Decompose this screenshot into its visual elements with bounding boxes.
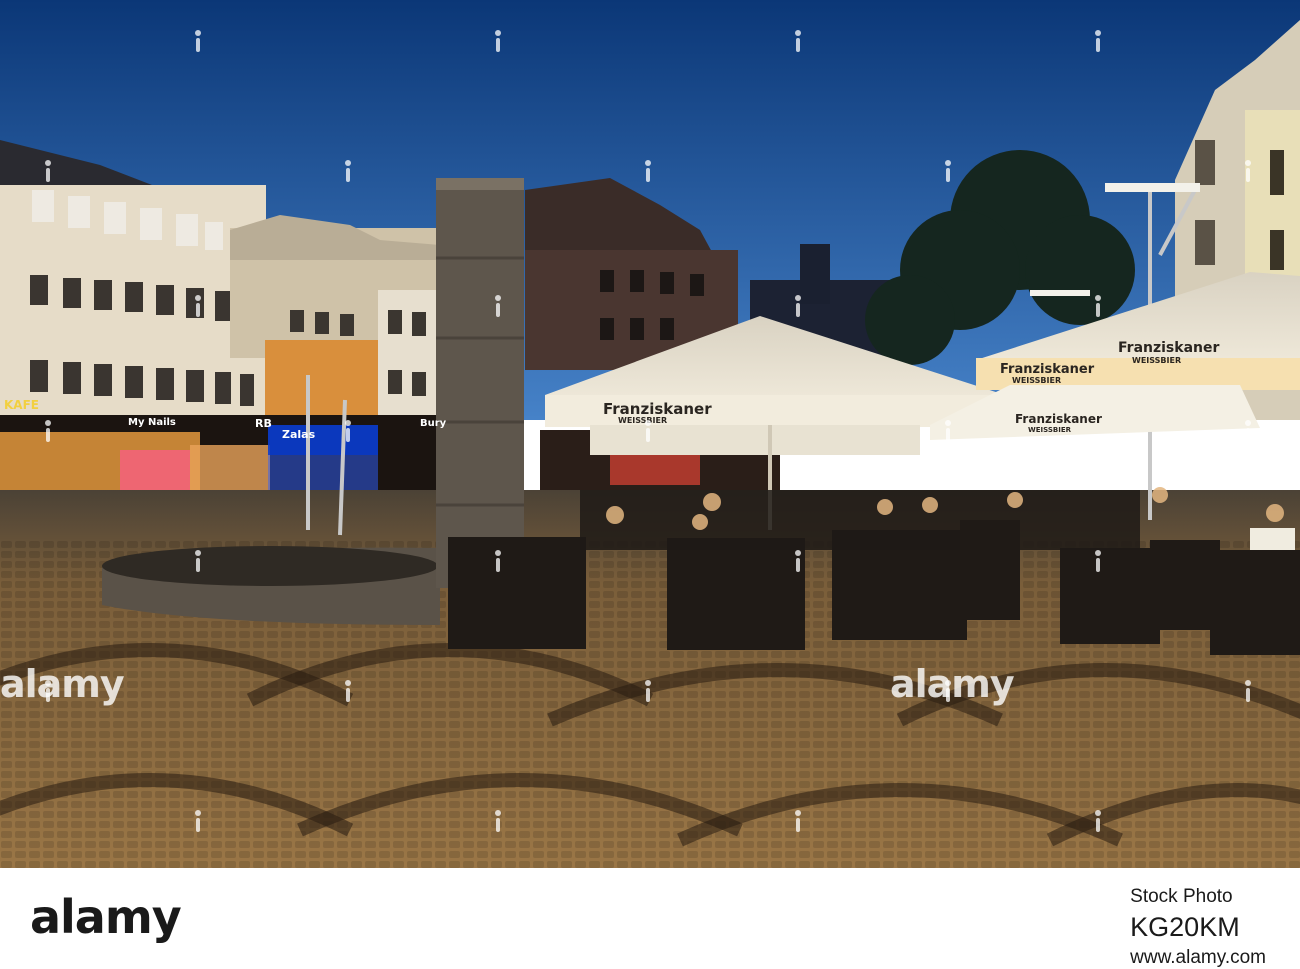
photo: Franziskaner WEISSBIER Franziskaner WEIS… [0,0,1300,868]
footer-bar: alamy Stock Photo KG20KM www.alamy.com [0,868,1300,968]
shop-sign-4: Bury [420,418,447,429]
umbrella-sign-franziskaner-2: Franziskaner [1000,362,1095,377]
cafe-sign: KAFE [4,398,39,412]
shop-sign-3: RB [255,417,272,430]
umbrella-sign-weissbier-3: WEISSBIER [1132,356,1182,365]
image-meta: Stock Photo KG20KM www.alamy.com [1130,886,1266,969]
umbrella-sign-weissbier-1: WEISSBIER [618,416,668,425]
shop-sign-1: My Nails [128,417,176,428]
umbrella-sign-franziskaner-3: Franziskaner [1118,340,1220,356]
shop-sign-2: Zalas [282,428,316,441]
alamy-logo: alamy [30,890,182,944]
stone-pillar [436,178,524,588]
site-url: www.alamy.com [1130,947,1266,968]
umbrella-sign-weissbier-2: WEISSBIER [1012,376,1062,385]
image-id: KG20KM [1130,912,1240,942]
umbrella-sign-weissbier-4: WEISSBIER [1028,426,1071,434]
stock-photo-label: Stock Photo [1130,886,1233,907]
umbrella-sign-franziskaner-4: Franziskaner [1015,412,1102,426]
